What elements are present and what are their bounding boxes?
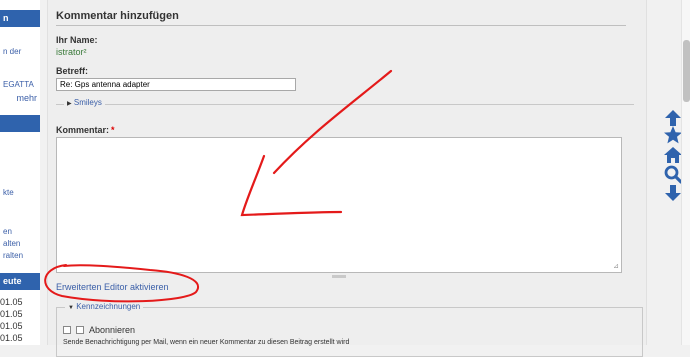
name-label: Ihr Name: [56, 35, 98, 45]
subscribe-label[interactable]: Abonnieren [89, 325, 135, 335]
sidebar-header-navigation: n [0, 10, 40, 27]
subject-input[interactable] [56, 78, 296, 91]
subscribe-row: Abonnieren [63, 325, 135, 335]
triangle-right-icon: ▶ [67, 101, 72, 107]
comment-label: Kommentar: * [56, 125, 115, 135]
sidebar-link[interactable]: n der [3, 47, 21, 56]
sidebar-date[interactable]: 01.05 [0, 297, 23, 307]
favorite-button[interactable] [663, 125, 683, 145]
sidebar-link[interactable]: EGATTA [3, 80, 34, 89]
page-scrollbar[interactable] [681, 0, 690, 345]
star-icon [664, 126, 682, 144]
sidebar-header-section [0, 115, 40, 132]
comment-textarea[interactable]: ⊿ [56, 137, 622, 273]
advanced-editor-link[interactable]: Erweiterten Editor aktivieren [56, 282, 169, 292]
comment-label-text: Kommentar: [56, 125, 110, 135]
smileys-toggle-label: Smileys [73, 98, 102, 107]
subscribe-checkbox-alt[interactable] [76, 326, 84, 334]
sidebar-link[interactable]: ralten [3, 251, 23, 260]
sidebar: n n der EGATTA mehr kte en alten ralten … [0, 0, 40, 345]
smileys-toggle[interactable]: ▶ Smileys [64, 98, 105, 107]
scroll-bottom-button[interactable] [663, 183, 683, 203]
search-icon [664, 165, 683, 184]
sidebar-header-today: eute [0, 273, 40, 290]
page-title: Kommentar hinzufügen [56, 10, 179, 22]
sidebar-date[interactable]: 01.05 [0, 333, 23, 343]
scrollbar-thumb[interactable] [683, 40, 690, 102]
search-button[interactable] [663, 164, 683, 184]
resize-grip-icon[interactable]: ⊿ [613, 262, 619, 270]
subject-label: Betreff: [56, 66, 89, 76]
sidebar-date[interactable]: 01.05 [0, 321, 23, 331]
sidebar-link[interactable]: en [3, 227, 12, 236]
sidebar-link[interactable]: alten [3, 239, 20, 248]
sidebar-date[interactable]: 01.05 [0, 309, 23, 319]
name-value: istrator² [56, 47, 87, 57]
sidebar-more-link[interactable]: mehr [16, 93, 37, 103]
smileys-divider [56, 104, 634, 105]
title-divider [56, 25, 626, 26]
tags-legend-label: Kennzeichnungen [76, 302, 141, 311]
tags-toggle[interactable]: ▼ Kennzeichnungen [65, 302, 144, 311]
sidebar-link[interactable]: kte [3, 188, 14, 197]
triangle-down-icon: ▼ [68, 305, 74, 311]
arrow-down-icon [665, 185, 681, 201]
comment-form-panel: Kommentar hinzufügen Ihr Name: istrator²… [47, 0, 647, 357]
tags-fieldset: ▼ Kennzeichnungen Abonnieren Sende Benac… [56, 302, 643, 357]
home-icon [664, 147, 682, 163]
subscribe-checkbox[interactable] [63, 326, 71, 334]
home-button[interactable] [663, 145, 683, 165]
textarea-drag-handle[interactable] [332, 275, 346, 278]
required-marker: * [111, 125, 115, 135]
